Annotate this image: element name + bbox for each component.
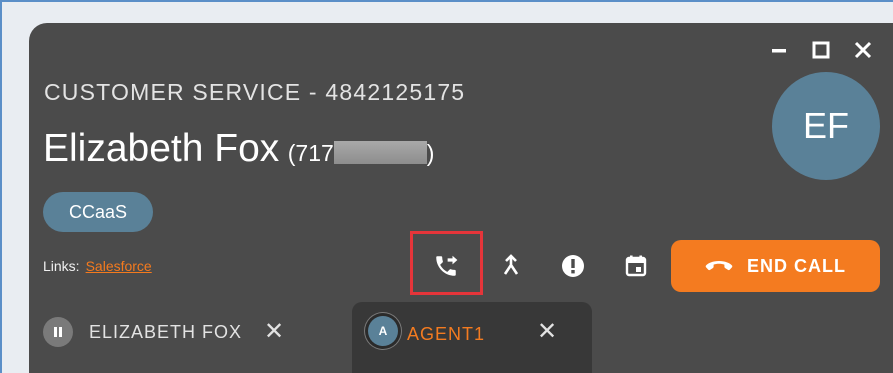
caller-name: Elizabeth Fox <box>43 127 280 170</box>
tab-label: AGENT1 <box>407 324 486 344</box>
redacted-block <box>333 141 427 164</box>
salesforce-link[interactable]: Salesforce <box>86 258 152 274</box>
close-tab-icon[interactable]: ✕ <box>264 320 285 344</box>
caller-phone: (717) <box>288 140 435 166</box>
tab-agent1[interactable]: A AGENT1 ✕ <box>352 302 592 373</box>
merge-icon[interactable] <box>495 250 527 282</box>
calendar-icon[interactable] <box>620 250 652 282</box>
alert-icon[interactable] <box>557 250 589 282</box>
pause-icon <box>43 317 73 347</box>
minimize-icon[interactable] <box>767 38 791 62</box>
close-icon[interactable] <box>851 38 875 62</box>
maximize-icon[interactable] <box>809 38 833 62</box>
tab-label: ELIZABETH FOX <box>89 321 243 342</box>
tab-elizabeth-fox[interactable]: ELIZABETH FOX ✕ <box>43 302 285 362</box>
hangup-icon <box>705 261 733 271</box>
links-row: Links: Salesforce <box>43 258 152 274</box>
tag-ccaas[interactable]: CCaaS <box>43 192 153 232</box>
queue-label: CUSTOMER SERVICE - 4842125175 <box>44 79 466 105</box>
transfer-call-icon[interactable] <box>430 250 462 282</box>
end-call-button[interactable]: END CALL <box>671 240 880 292</box>
phone-prefix: (717 <box>287 140 334 166</box>
caller-info: Elizabeth Fox (717) <box>43 127 434 171</box>
call-tabs: ELIZABETH FOX ✕ A AGENT1 ✕ <box>29 302 893 373</box>
phone-suffix: ) <box>426 140 435 166</box>
close-tab-icon[interactable]: ✕ <box>537 320 557 344</box>
agent-avatar: A <box>368 316 398 346</box>
links-label: Links: <box>43 258 80 274</box>
caller-avatar: EF <box>772 72 880 180</box>
end-call-label: END CALL <box>747 255 846 276</box>
